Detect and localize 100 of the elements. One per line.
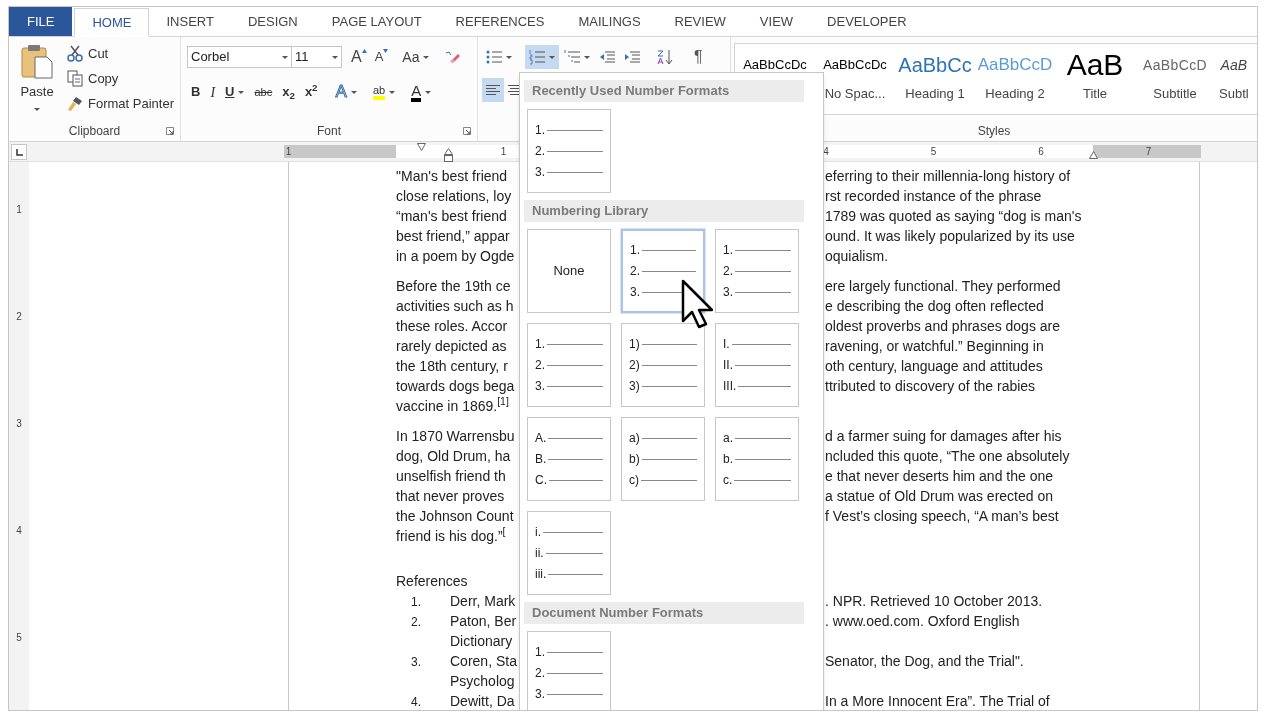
ribbon-tab[interactable]: PAGE LAYOUT (314, 7, 439, 36)
text-line: the Johnson Count (396, 506, 514, 526)
clipboard-icon (20, 43, 54, 79)
shrink-font-button[interactable]: A (371, 46, 392, 68)
list-marker: 2. (535, 357, 545, 374)
list-marker: 2) (629, 357, 640, 374)
text-line: activities such as h (396, 296, 514, 316)
text-line: towards dogs bega (396, 376, 515, 396)
numbering-format-option[interactable]: 1. 2. 3. (621, 229, 705, 313)
superscript-button[interactable]: x$^{2}$ (300, 81, 322, 103)
font-color-button[interactable]: A (401, 81, 436, 103)
numbering-format-option[interactable]: A. B. C. (527, 417, 611, 501)
text-line: d a farmer suing for damages after his (825, 426, 1062, 446)
list-marker: 1. (535, 644, 545, 661)
numbering-format-option[interactable]: a) b) c) (621, 417, 705, 501)
style-item[interactable]: AaBbCcD Subtitle (1135, 44, 1215, 114)
list-marker: i. (535, 524, 541, 541)
ribbon-tab[interactable]: DESIGN (230, 7, 315, 36)
ribbon-tab[interactable]: MAILINGS (561, 7, 658, 36)
align-left-button[interactable] (482, 78, 504, 102)
text-line: oquialism. (825, 246, 889, 266)
grow-font-button[interactable]: A (348, 46, 370, 68)
subscript-button[interactable]: x$_{2}$ (278, 81, 299, 103)
style-item[interactable]: AaBbCc Heading 1 (895, 44, 975, 114)
list-marker: II. (723, 357, 733, 374)
text-line: ttributed to discovery of the rabies (825, 376, 1036, 396)
ribbon-tab[interactable]: HOME (74, 8, 150, 37)
text-line: a statue of Old Drum was erected on (825, 486, 1053, 506)
font-size-field[interactable]: 11 (292, 46, 342, 68)
change-case-button[interactable]: Aa (399, 46, 433, 68)
list-marker: III. (723, 378, 737, 395)
bold-button[interactable]: B (187, 81, 205, 103)
copy-button[interactable]: Copy (67, 66, 174, 91)
bullets-icon (486, 49, 502, 65)
list-marker: 1. (535, 336, 545, 353)
numbering-format-option[interactable]: i. ii. iii. (527, 511, 611, 595)
group-label: Styles (977, 123, 1011, 140)
list-marker: 1) (629, 336, 640, 353)
show-formatting-button[interactable]: ¶ (686, 45, 711, 69)
dialog-launcher-icon (166, 127, 174, 135)
caret-icon (282, 55, 288, 59)
format-painter-button[interactable]: Format Painter (67, 91, 174, 116)
numbering-format-option[interactable]: 1) 2) 3) (621, 323, 705, 407)
caret-icon (238, 90, 245, 94)
numbering-format-option[interactable]: I. II. III. (715, 323, 799, 407)
italic-button[interactable]: I (206, 81, 220, 103)
text-line: In a More Innocent Era”. The Trial of (825, 691, 1050, 710)
text-line: In 1870 Warrensbu (396, 426, 515, 446)
ribbon-tab[interactable]: REFERENCES (438, 7, 562, 36)
ruler-number: 2 (16, 310, 22, 321)
list-marker: b. (723, 451, 733, 468)
cut-button[interactable]: Cut (67, 41, 174, 66)
list-marker: 3. (535, 164, 545, 181)
numbering-format-option[interactable]: 1. 2. 3. (527, 323, 611, 407)
increase-indent-icon (624, 49, 640, 65)
font-name-field[interactable]: Corbel (187, 46, 292, 68)
list-marker: 2. (535, 665, 545, 682)
caret-icon (350, 90, 357, 94)
numbering-format-option[interactable]: 1. 2. 3. (527, 109, 611, 193)
ruler-number: 1 (16, 203, 22, 214)
numbering-format-option[interactable]: 1. 2. 3. (527, 631, 611, 710)
list-marker: a. (723, 430, 733, 447)
text-line: f Vest’s closing speech, “A man’s best (825, 506, 1059, 526)
list-number: 4. (411, 694, 421, 709)
paintbrush-icon (67, 95, 83, 112)
numbering-format-option[interactable]: a. b. c. (715, 417, 799, 501)
text-line: e describing the dog often reflected (825, 296, 1044, 316)
strikethrough-button[interactable]: abc (250, 81, 277, 103)
no-numbering-option[interactable]: None (527, 229, 611, 313)
file-tab[interactable]: FILE (9, 7, 73, 36)
scissors-icon (67, 45, 83, 62)
style-item[interactable]: AaBbCcD Heading 2 (975, 44, 1055, 114)
text-line: 1789 was quoted as saying “dog is man's (825, 206, 1082, 226)
list-number: 3. (411, 654, 421, 669)
style-item[interactable]: AaB Title (1055, 44, 1135, 114)
text-line: . NPR. Retrieved 10 October 2013. (825, 591, 1043, 611)
ribbon-tab[interactable]: DEVELOPER (810, 7, 924, 36)
list-marker: c) (629, 472, 639, 489)
paste-button[interactable]: Paste (15, 43, 59, 117)
section-header: Document Number Formats (524, 602, 804, 624)
tab-selector-button[interactable] (11, 144, 27, 160)
caret-icon (423, 55, 430, 59)
dialog-launcher-icon (463, 127, 471, 135)
section-header: Numbering Library (524, 200, 804, 222)
highlight-button[interactable]: ab (362, 81, 400, 103)
ruler-number: 4 (823, 145, 829, 159)
ribbon-tab[interactable]: VIEW (742, 7, 811, 36)
list-marker: 2. (535, 143, 545, 160)
numbering-format-option[interactable]: 1. 2. 3. (715, 229, 799, 313)
list-marker: 2. (630, 263, 640, 280)
text-line: the 18th century, r (396, 356, 508, 376)
underline-button[interactable]: U (221, 81, 249, 103)
text-line: friend is his dog.”$^{[}$ (396, 525, 506, 546)
style-item[interactable]: AaB Subtl (1215, 44, 1249, 114)
caret-icon (34, 107, 40, 111)
ribbon-tab[interactable]: INSERT (149, 7, 231, 36)
list-marker: 1. (630, 242, 640, 259)
text-line: Dewitt, Da (450, 691, 515, 710)
text-line: . www.oed.com. Oxford English (825, 611, 1020, 631)
ribbon-tab[interactable]: REVIEW (657, 7, 743, 36)
